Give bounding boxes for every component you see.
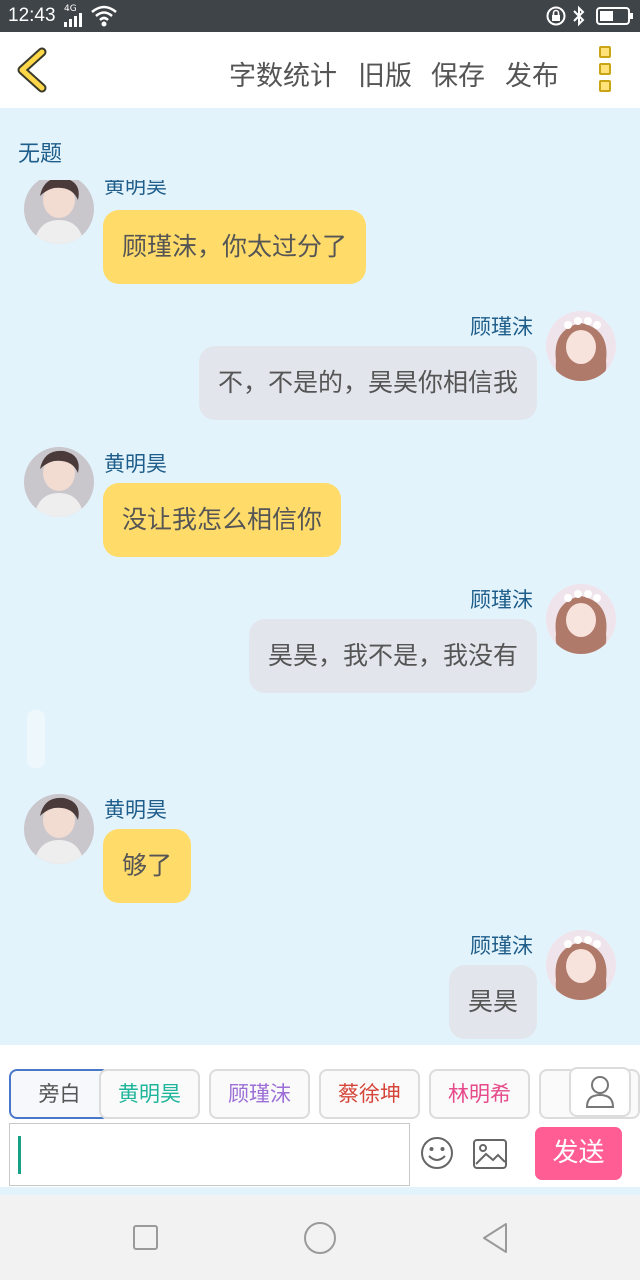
speaker-name: 顾瑾沫 <box>470 588 533 612</box>
speaker-name: 黄明昊 <box>104 452 167 476</box>
speaker-name: 顾瑾沫 <box>470 315 533 339</box>
message-bubble[interactable]: 昊昊，我不是，我没有 <box>248 619 537 693</box>
speaker-name: 顾瑾沫 <box>470 934 533 958</box>
chat-area[interactable]: 黄明昊 顾瑾沫，你太过分了 顾瑾沫 不，不是的，昊昊你相信我 黄明昊 没让我怎么… <box>0 180 640 1045</box>
character-chip[interactable]: 林明希 <box>429 1069 530 1119</box>
narration-item[interactable] <box>27 710 45 768</box>
save-button[interactable]: 保存 <box>431 54 485 93</box>
message-bubble[interactable]: 没让我怎么相信你 <box>103 483 342 557</box>
word-count-button[interactable]: 字数统计 <box>229 54 337 93</box>
back-button[interactable] <box>10 46 58 94</box>
more-vertical-icon[interactable] <box>592 46 618 96</box>
back-icon[interactable] <box>480 1221 510 1255</box>
avatar[interactable] <box>24 447 94 517</box>
chevron-left-icon <box>17 47 47 93</box>
publish-button[interactable]: 发布 <box>505 54 559 93</box>
message-bubble[interactable]: 不，不是的，昊昊你相信我 <box>198 346 537 420</box>
signal-icon <box>64 13 82 27</box>
character-chip-narration[interactable]: 旁白 <box>9 1069 110 1119</box>
system-nav-bar <box>0 1195 640 1280</box>
message-input[interactable] <box>9 1123 410 1186</box>
document-title[interactable]: 无题 <box>18 136 62 168</box>
message-bubble[interactable]: 顾瑾沫，你太过分了 <box>103 210 367 284</box>
status-time: 12:43 <box>8 5 56 26</box>
emoji-icon[interactable] <box>420 1136 454 1170</box>
speaker-name: 黄明昊 <box>104 180 167 198</box>
character-chip[interactable]: 黄明昊 <box>99 1069 200 1119</box>
avatar[interactable] <box>24 180 94 244</box>
message-bubble[interactable]: 昊昊 <box>448 965 537 1039</box>
home-icon[interactable] <box>304 1222 336 1254</box>
character-chip[interactable]: 顾瑾沫 <box>209 1069 310 1119</box>
wifi-icon <box>91 5 117 27</box>
battery-icon <box>596 7 633 25</box>
add-character-button[interactable] <box>569 1067 631 1117</box>
divider <box>0 1187 640 1195</box>
image-icon[interactable] <box>472 1138 508 1170</box>
avatar[interactable] <box>546 584 616 654</box>
compose-bar: 发送 <box>0 1120 640 1195</box>
avatar[interactable] <box>546 311 616 381</box>
speaker-name: 黄明昊 <box>104 798 167 822</box>
message-bubble[interactable]: 够了 <box>103 829 192 903</box>
character-selector: 旁白 黄明昊 顾瑾沫 蔡徐坤 林明希 蒲 <box>0 1045 640 1120</box>
avatar[interactable] <box>24 794 94 864</box>
send-button[interactable]: 发送 <box>535 1127 622 1180</box>
avatar[interactable] <box>546 930 616 1000</box>
old-version-button[interactable]: 旧版 <box>358 54 412 93</box>
text-caret <box>18 1136 21 1174</box>
lock-rotation-icon <box>546 6 566 26</box>
bluetooth-icon <box>573 5 585 27</box>
app-header: 字数统计 旧版 保存 发布 <box>0 32 640 108</box>
recent-apps-icon[interactable] <box>133 1225 158 1250</box>
status-bar: 12:43 4G <box>0 0 640 32</box>
person-icon <box>585 1076 615 1108</box>
character-chip[interactable]: 蔡徐坤 <box>319 1069 420 1119</box>
